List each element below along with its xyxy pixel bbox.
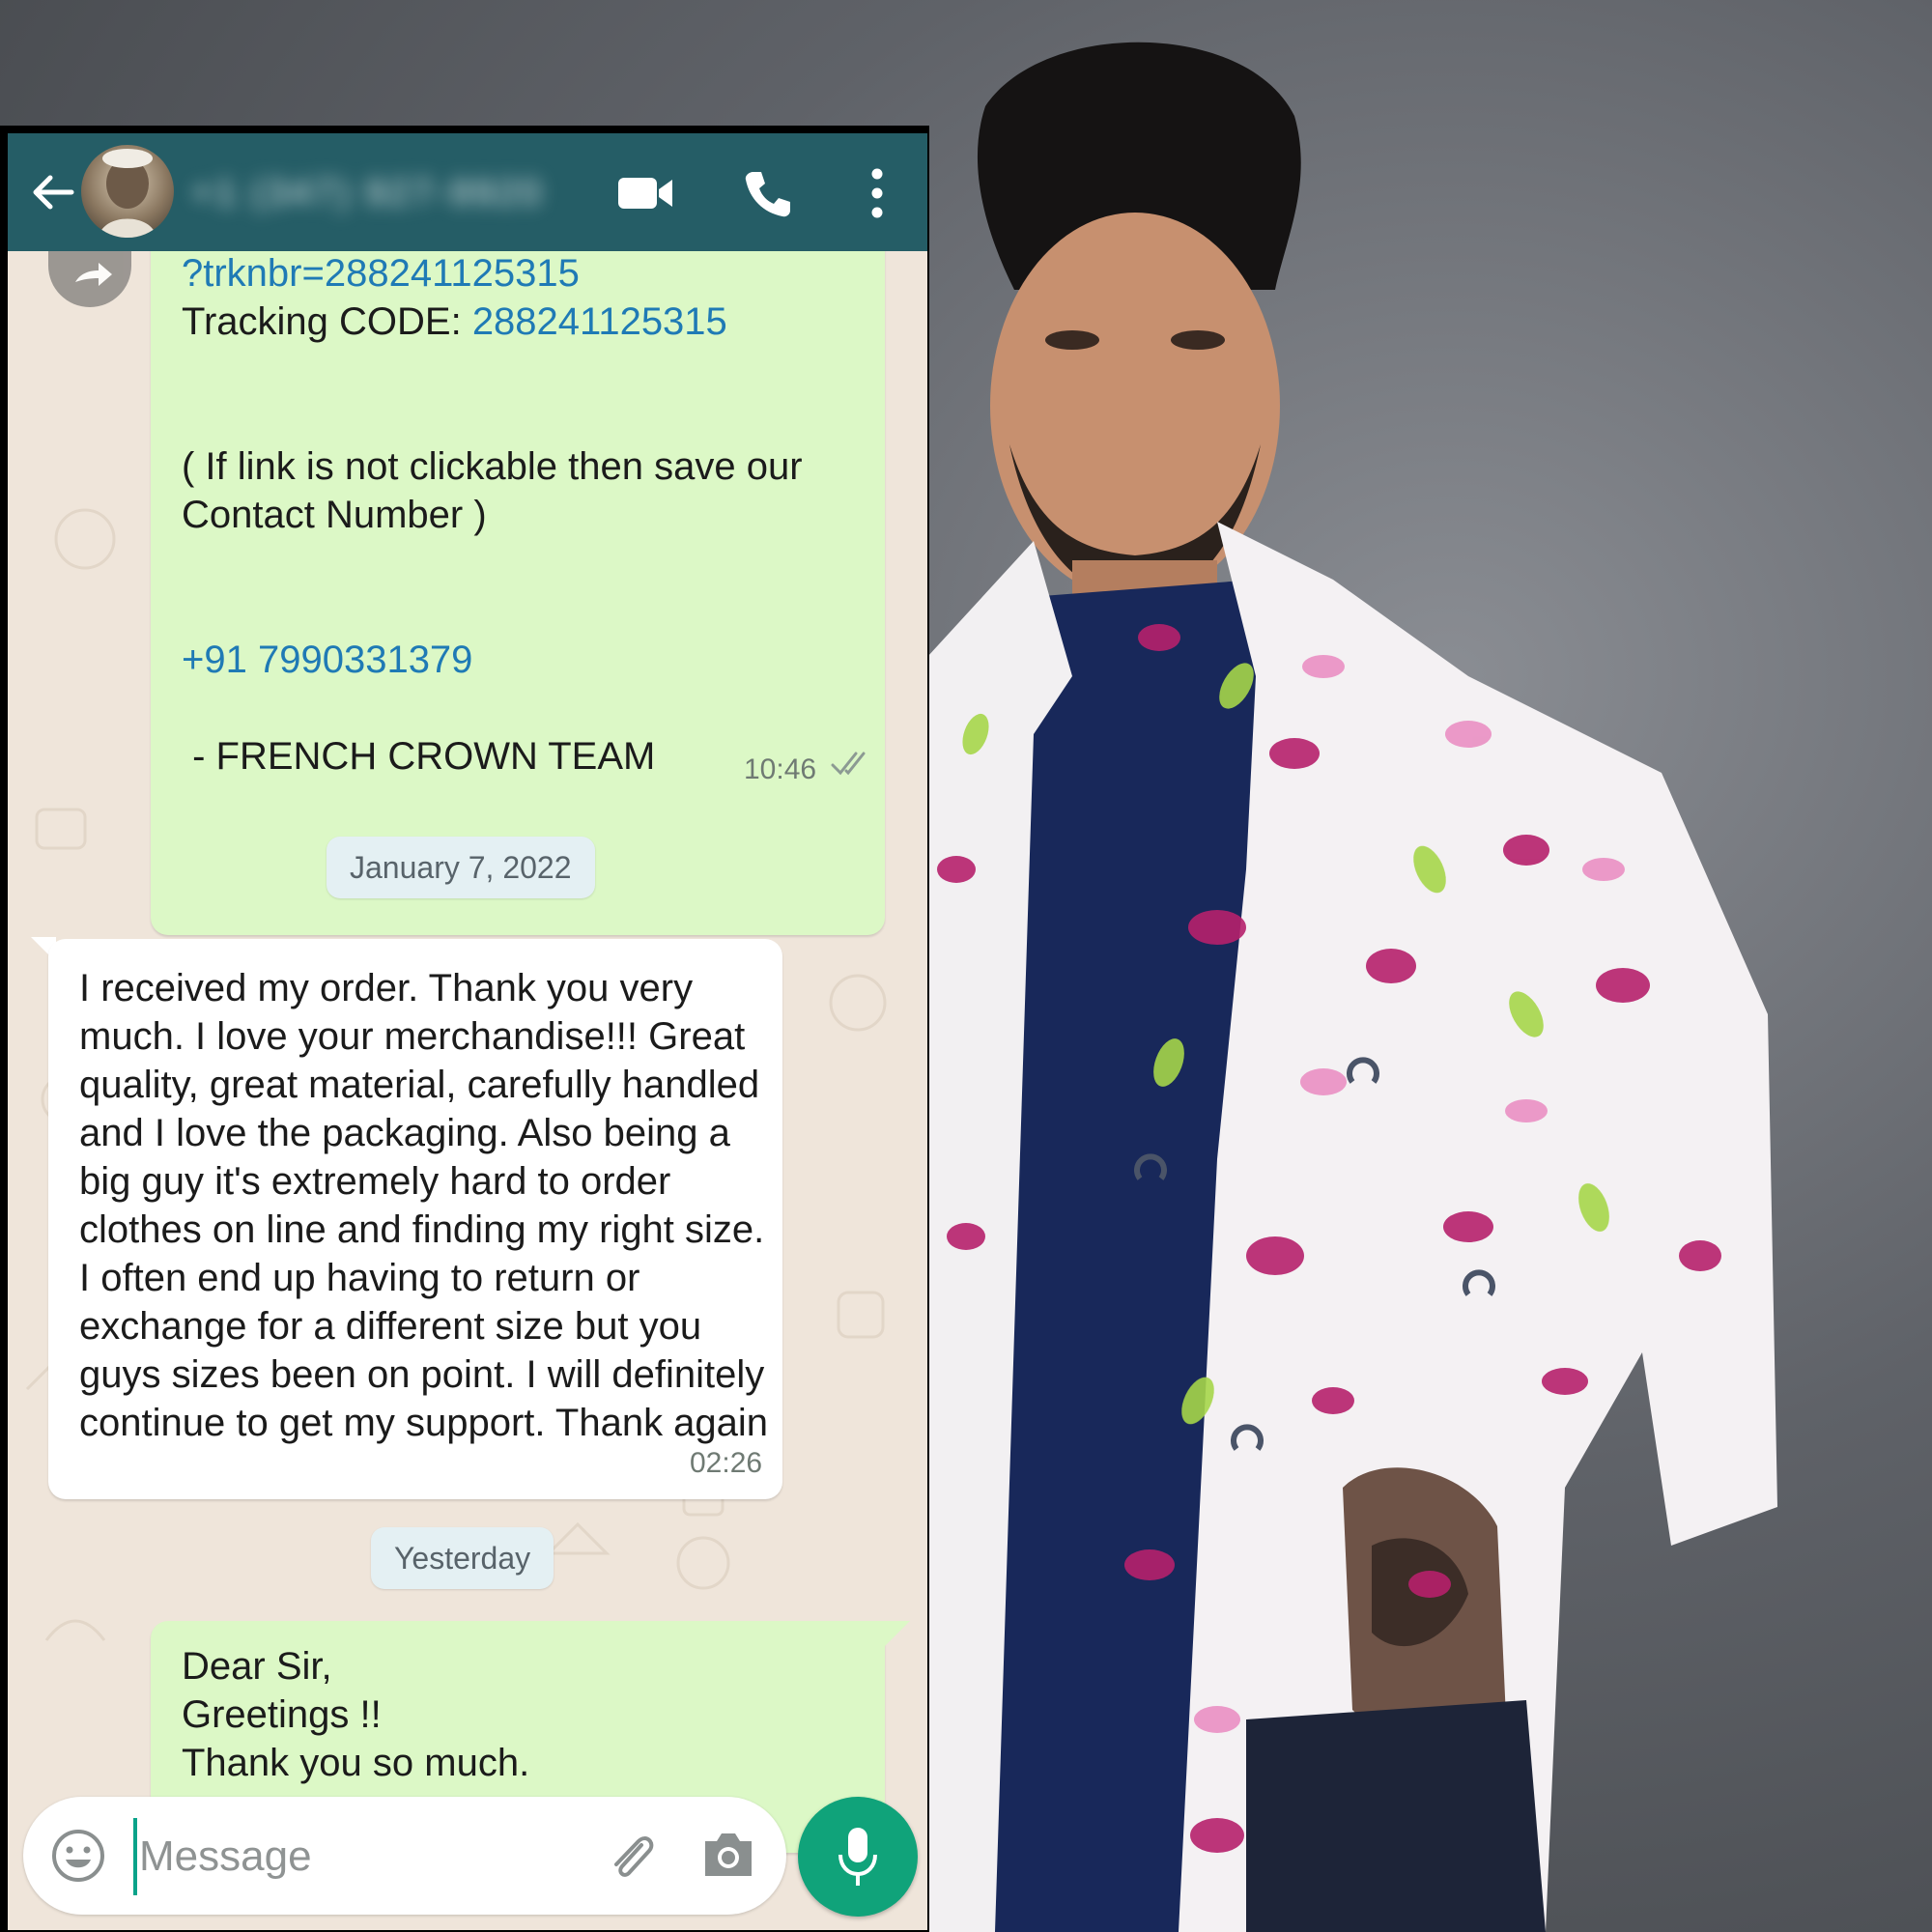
chat-screenshot-frame: +1 (347) 927-9920 ?trknbr=288241125315 T… [0,126,929,1932]
message-outgoing-tracking[interactable]: ?trknbr=288241125315 Tracking CODE: 2882… [151,230,885,935]
voice-record-button[interactable] [798,1797,918,1917]
phone-call-icon[interactable] [742,168,794,220]
message-line: Greetings !! [182,1693,382,1736]
message-line: ( If link is not clickable then save our [182,445,803,488]
chat-header: +1 (347) 927-9920 [8,133,927,251]
paperclip-icon[interactable] [603,1828,661,1886]
chat-screen: +1 (347) 927-9920 ?trknbr=288241125315 T… [8,133,927,1930]
contact-avatar[interactable] [81,145,174,238]
camera-icon[interactable] [699,1828,757,1882]
emoji-icon[interactable] [50,1828,106,1884]
message-line: Thank you so much. [182,1742,530,1784]
video-call-icon[interactable] [616,172,674,214]
message-input[interactable] [133,1818,595,1895]
bubble-tail [885,1621,910,1646]
message-time: 02:26 [690,1447,763,1479]
tracking-code-line: Tracking CODE: 288241125315 [182,298,727,346]
tracking-code-number[interactable]: 288241125315 [472,300,727,343]
forward-icon[interactable] [48,249,131,307]
model-photo [927,0,1932,1932]
more-vert-icon[interactable] [858,166,896,220]
double-check-icon [831,752,866,776]
contact-number-link[interactable]: +91 7990331379 [182,636,472,684]
date-separator: Yesterday [371,1527,554,1589]
message-text: I received my order. Thank you very much… [79,967,769,1444]
message-time: 10:46 [744,753,817,785]
message-line: Contact Number ) [182,494,487,536]
date-separator: January 7, 2022 [327,837,595,898]
tracking-code-label: Tracking CODE: [182,300,472,343]
message-composer [23,1797,786,1915]
microphone-icon [838,1828,877,1886]
back-arrow-icon[interactable] [29,168,77,216]
contact-name[interactable]: +1 (347) 927-9920 [191,172,587,214]
message-incoming-review[interactable]: I received my order. Thank you very much… [48,939,782,1499]
tracking-link[interactable]: ?trknbr=288241125315 [182,249,580,298]
message-line: Dear Sir, [182,1645,332,1688]
message-signature: - FRENCH CROWN TEAM [182,735,656,778]
